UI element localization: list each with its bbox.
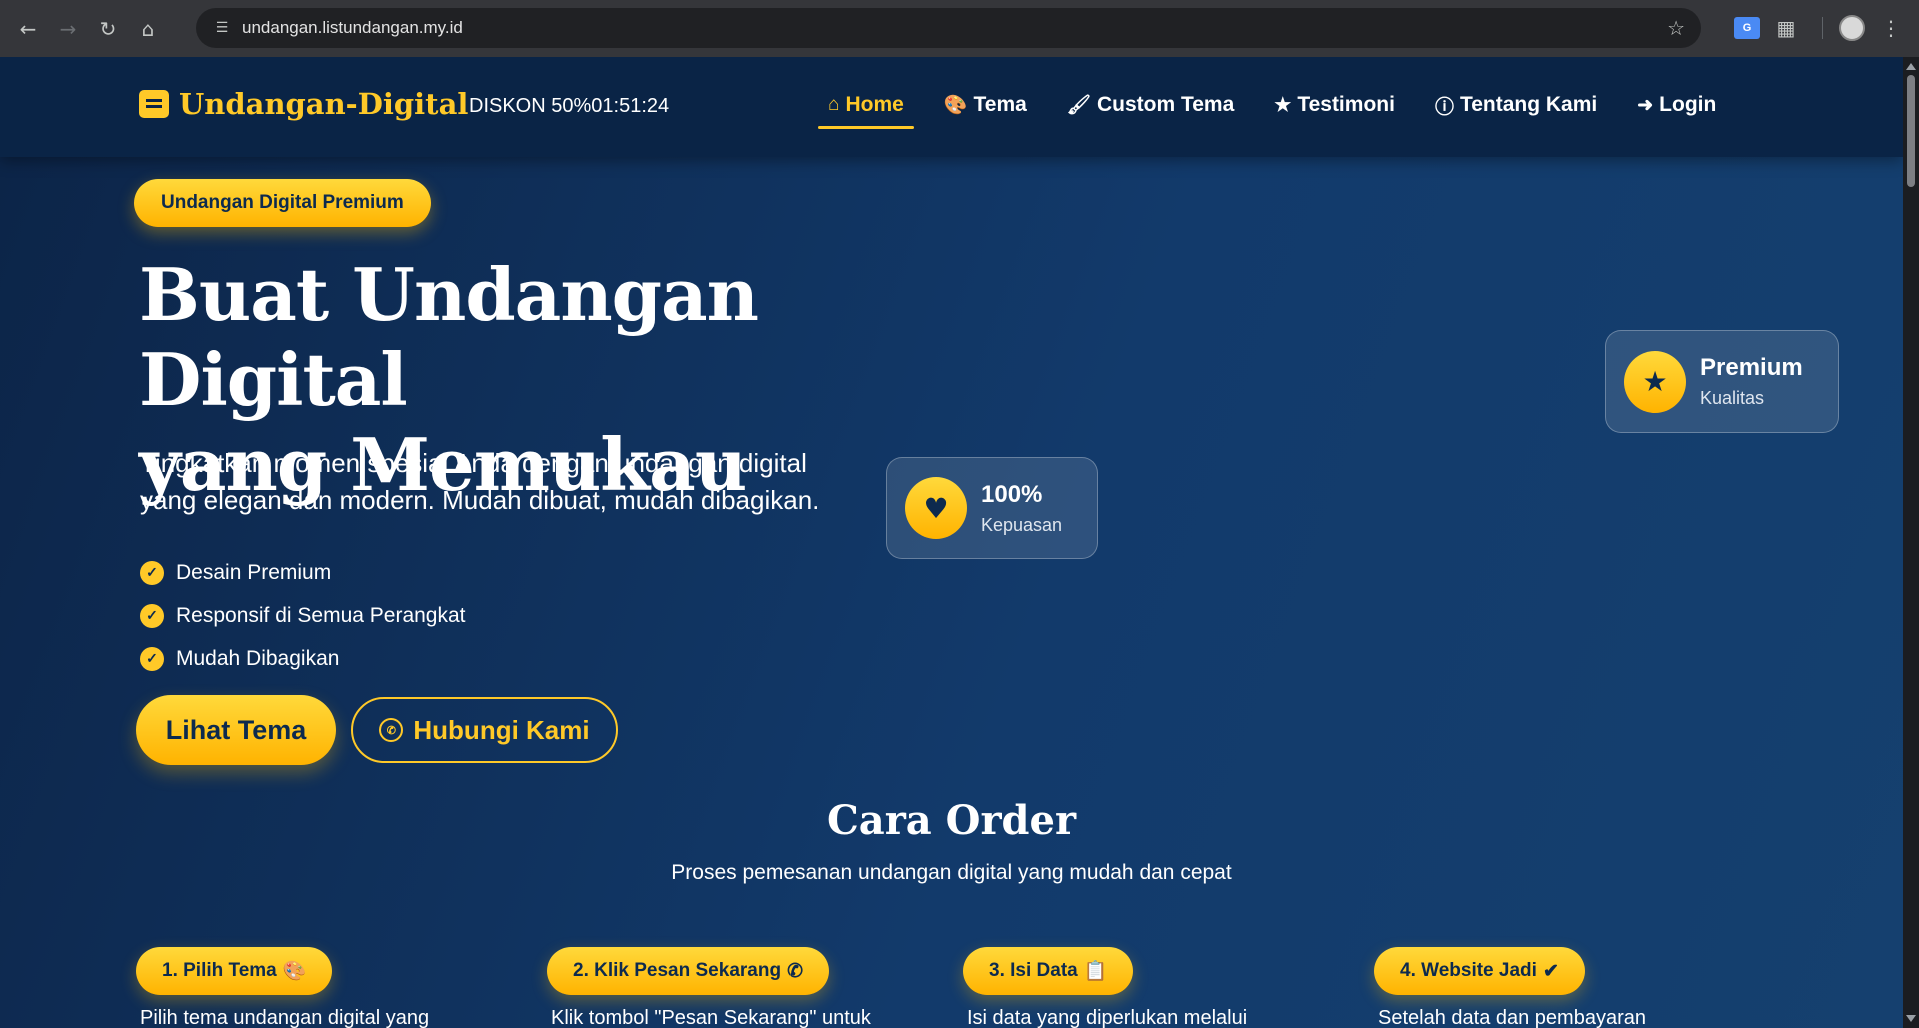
stat-card-premium: ★ Premium Kualitas: [1605, 330, 1839, 433]
step-pill: 1. Pilih Tema 🎨: [136, 947, 333, 995]
scroll-down-icon[interactable]: [1906, 1015, 1916, 1022]
home-icon: ⌂: [828, 94, 840, 115]
hubungi-kami-label: Hubungi Kami: [413, 714, 590, 745]
hero-title-line1: Buat Undangan Digital: [139, 252, 759, 422]
feature-item: ✓ Desain Premium: [140, 551, 466, 594]
step-description: Klik tombol "Pesan Sekarang" untuk: [551, 1007, 871, 1028]
scroll-thumb[interactable]: [1907, 75, 1915, 187]
browser-toolbar: ← → ↻ ⌂ ☰ undangan.listundangan.my.id ☆ …: [0, 0, 1919, 57]
page-content: Undangan-Digital DISKON 50%01:51:24 ⌂ Ho…: [0, 57, 1903, 1028]
order-step-2: 2. Klik Pesan Sekarang ✆ Klik tombol "Pe…: [547, 947, 871, 1028]
star-icon: ★: [1624, 350, 1686, 413]
check-icon: ✓: [140, 560, 164, 585]
feature-item: ✓ Mudah Dibagikan: [140, 637, 466, 680]
feature-label: Mudah Dibagikan: [176, 646, 340, 670]
order-step-1: 1. Pilih Tema 🎨 Pilih tema undangan digi…: [136, 947, 429, 1028]
nav-home[interactable]: ⌂ Home: [818, 85, 914, 129]
envelope-icon: [139, 90, 169, 118]
section-subtitle: Proses pemesanan undangan digital yang m…: [671, 861, 1232, 884]
info-icon: ⓘ: [1434, 96, 1454, 118]
scroll-up-icon[interactable]: [1906, 63, 1916, 70]
nav-testimoni-label: Testimoni: [1297, 93, 1395, 116]
feature-label: Responsif di Semua Perangkat: [176, 603, 466, 627]
nav-tema[interactable]: 🎨 Tema: [934, 85, 1037, 125]
clipboard-icon: 📋: [1083, 961, 1108, 982]
hero-badge: Undangan Digital Premium: [134, 179, 431, 227]
home-icon[interactable]: ⌂: [128, 9, 168, 49]
back-icon[interactable]: ←: [8, 9, 48, 49]
stat-value: 100%: [981, 480, 1043, 508]
extensions-icon[interactable]: ▦: [1766, 8, 1806, 48]
nav-testimoni[interactable]: ★ Testimoni: [1264, 85, 1405, 125]
whatsapp-icon: ✆: [787, 960, 803, 982]
feature-label: Desain Premium: [176, 560, 332, 584]
step-label: 1. Pilih Tema: [162, 960, 277, 981]
lihat-tema-button[interactable]: Lihat Tema: [136, 695, 336, 765]
brand-name: Undangan-Digital: [179, 87, 469, 121]
brand-logo[interactable]: Undangan-Digital: [139, 87, 468, 121]
check-icon: ✓: [140, 646, 164, 671]
url-text[interactable]: undangan.listundangan.my.id: [242, 18, 463, 38]
feature-item: ✓ Responsif di Semua Perangkat: [140, 594, 466, 637]
stat-value: Premium: [1700, 354, 1803, 381]
profile-avatar[interactable]: [1839, 15, 1865, 41]
hero-subtitle-line2: yang elegan dan modern. Mudah dibuat, mu…: [140, 485, 820, 515]
menu-kebab-icon[interactable]: ⋮: [1871, 8, 1911, 48]
step-pill: 4. Website Jadi ✔: [1374, 947, 1585, 995]
palette-icon: 🎨: [943, 95, 968, 116]
nav-login[interactable]: ➜ Login: [1627, 85, 1726, 125]
nav-tentang-kami[interactable]: ⓘ Tentang Kami: [1425, 85, 1607, 125]
brush-icon: 🖌: [1066, 95, 1091, 116]
star-icon: ★: [1274, 94, 1292, 116]
bookmark-star-icon[interactable]: ☆: [1667, 16, 1685, 40]
hero-subtitle: Tingkatkan momen spesial Anda dengan und…: [140, 445, 900, 519]
check-circle-icon: ✔: [1542, 960, 1559, 982]
nav-tema-label: Tema: [973, 93, 1027, 116]
step-pill: 2. Klik Pesan Sekarang ✆: [547, 947, 829, 995]
palette-icon: 🎨: [282, 961, 307, 982]
nav-tentang-kami-label: Tentang Kami: [1459, 93, 1598, 116]
address-bar[interactable]: ☰ undangan.listundangan.my.id ☆: [196, 8, 1701, 48]
order-step-4: 4. Website Jadi ✔ Setelah data dan pemba…: [1374, 947, 1646, 1028]
step-label: 3. Isi Data: [989, 960, 1078, 981]
site-info-icon[interactable]: ☰: [202, 20, 242, 36]
section-title-cara-order: Cara Order: [826, 797, 1077, 844]
stat-card-kepuasan: ♥ 100% Kepuasan: [886, 457, 1098, 559]
forward-icon[interactable]: →: [48, 9, 88, 49]
feature-list: ✓ Desain Premium ✓ Responsif di Semua Pe…: [140, 551, 466, 680]
hubungi-kami-button[interactable]: ✆ Hubungi Kami: [351, 697, 618, 763]
translate-icon[interactable]: G: [1734, 17, 1760, 39]
hero-subtitle-line1: Tingkatkan momen spesial Anda dengan und…: [140, 448, 807, 478]
step-label: 2. Klik Pesan Sekarang: [573, 960, 782, 981]
page-scrollbar[interactable]: [1903, 57, 1919, 1028]
reload-icon[interactable]: ↻: [88, 9, 128, 49]
discount-timer: DISKON 50%01:51:24: [469, 95, 670, 117]
site-navbar: Undangan-Digital DISKON 50%01:51:24 ⌂ Ho…: [0, 57, 1903, 157]
nav-custom-tema[interactable]: 🖌 Custom Tema: [1057, 85, 1244, 125]
toolbar-divider: [1822, 17, 1823, 39]
stat-label: Kualitas: [1700, 388, 1765, 408]
nav-custom-tema-label: Custom Tema: [1096, 93, 1235, 116]
main-nav: ⌂ Home 🎨 Tema 🖌 Custom Tema ★ Testimoni …: [818, 85, 1746, 129]
step-label: 4. Website Jadi: [1400, 960, 1537, 981]
check-icon: ✓: [140, 603, 164, 628]
step-description: Pilih tema undangan digital yang: [140, 1007, 430, 1028]
step-pill: 3. Isi Data 📋: [963, 947, 1134, 995]
whatsapp-icon: ✆: [379, 718, 404, 742]
stat-label: Kepuasan: [981, 514, 1063, 535]
nav-login-label: Login: [1659, 93, 1717, 116]
heart-icon: ♥: [905, 477, 967, 539]
step-description: Setelah data dan pembayaran: [1378, 1007, 1646, 1028]
nav-home-label: Home: [845, 93, 904, 116]
step-description: Isi data yang diperlukan melalui: [967, 1007, 1248, 1028]
order-step-3: 3. Isi Data 📋 Isi data yang diperlukan m…: [963, 947, 1247, 1028]
login-icon: ➜: [1637, 94, 1654, 116]
